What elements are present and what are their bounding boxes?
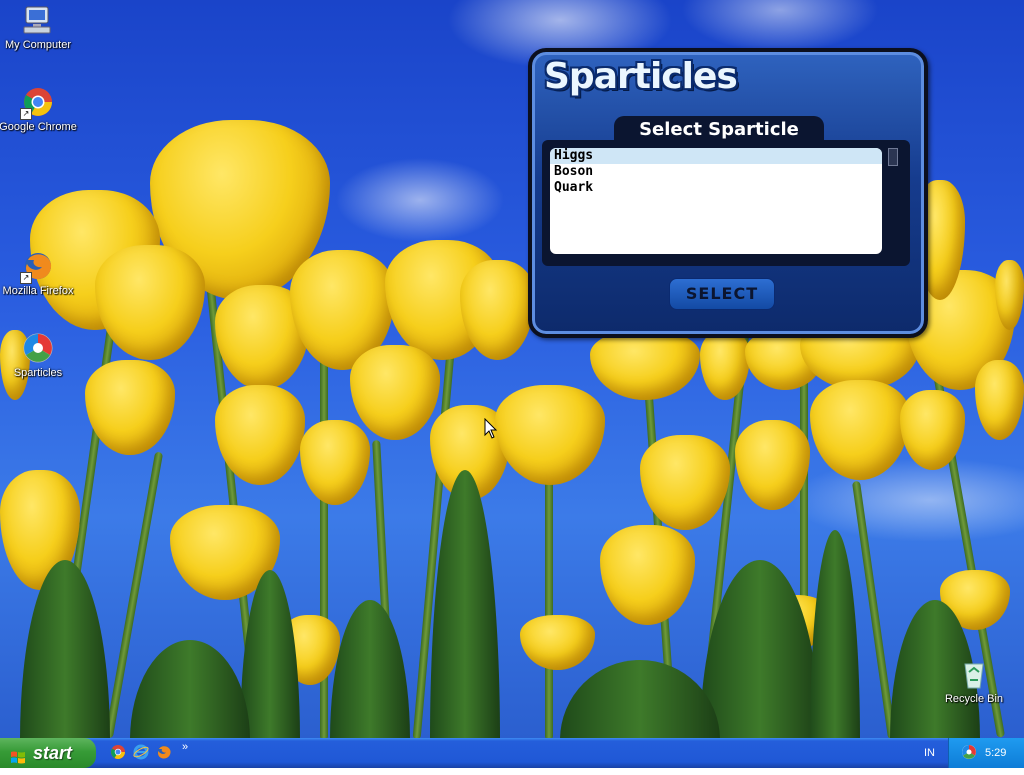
desktop-icon-label: Google Chrome [0,121,77,133]
sparticle-listbox[interactable]: Higgs Boson Quark [550,148,882,254]
sparticles-icon [22,332,54,364]
clock[interactable]: 5:29 [985,747,1006,759]
list-item-boson[interactable]: Boson [550,164,882,180]
firefox-icon[interactable] [156,744,174,762]
chrome-icon[interactable] [110,744,128,762]
sparticles-logo: Sparticles [544,56,738,97]
recycle-bin-icon [958,658,990,690]
desktop-icon-label: Sparticles [13,367,63,379]
windows-flag-icon [10,745,26,764]
firefox-icon: ↗ [20,250,54,284]
my-computer-icon [22,4,54,36]
sparticles-window: Sparticles Select Sparticle Higgs Boson … [528,48,928,338]
sparticle-list-panel: Higgs Boson Quark [542,140,910,266]
desktop-icon-label: Recycle Bin [944,693,1004,705]
select-sparticle-heading: Select Sparticle [614,116,824,142]
mouse-cursor-icon [484,417,498,440]
chrome-icon: ↗ [20,86,54,120]
start-label: start [33,743,73,763]
system-tray: 5:29 [948,738,1024,768]
desktop-icon-my-computer[interactable]: My Computer [0,4,78,51]
listbox-scrollbar[interactable] [888,148,898,254]
select-button[interactable]: SELECT [669,278,775,310]
list-item-quark[interactable]: Quark [550,180,882,196]
desktop-icon-recycle-bin[interactable]: Recycle Bin [934,658,1014,705]
desktop-icon-label: Mozilla Firefox [2,285,74,297]
desktop-icon-google-chrome[interactable]: ↗ Google Chrome [0,86,78,133]
list-item-higgs[interactable]: Higgs [550,148,882,164]
sparticles-tray-icon[interactable] [961,744,977,763]
desktop-icon-mozilla-firefox[interactable]: ↗ Mozilla Firefox [0,250,78,297]
language-indicator[interactable]: IN [924,747,935,759]
taskbar: start » IN 5:29 [0,738,1024,768]
desktop-icon-sparticles[interactable]: Sparticles [0,332,78,379]
internet-explorer-icon[interactable] [133,744,151,762]
start-button[interactable]: start [0,738,96,768]
scrollbar-thumb[interactable] [888,148,898,166]
quick-launch-overflow-chevron[interactable]: » [182,741,188,753]
desktop-icon-label: My Computer [4,39,72,51]
